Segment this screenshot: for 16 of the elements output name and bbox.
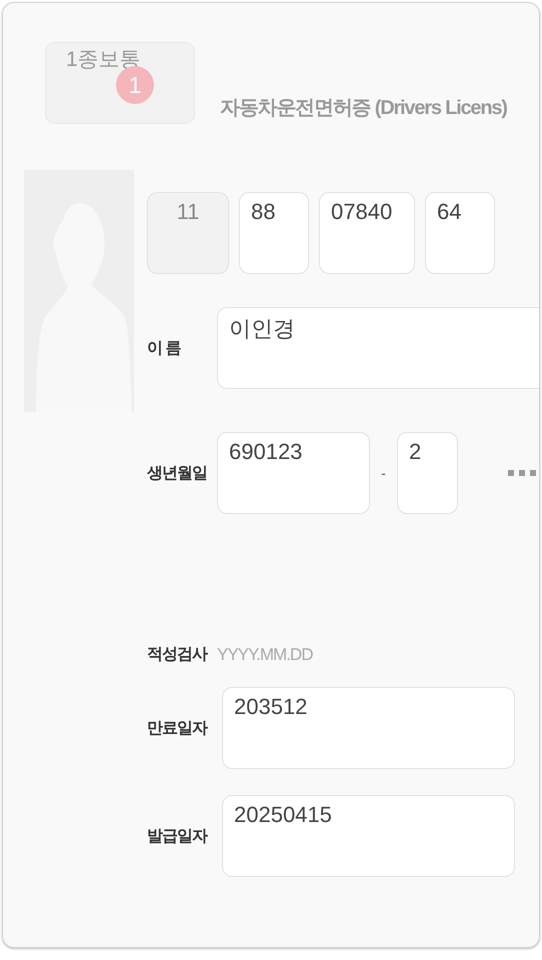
field-label: 만료일자 [147,718,208,738]
input-field[interactable]: 203512 [222,687,515,769]
field-label: 발급일자 [147,826,208,846]
separator: - [380,465,387,481]
input-field[interactable]: 2 [397,432,458,514]
input-field[interactable]: 690123 [217,432,370,514]
input-field[interactable]: 이인경 [217,307,539,389]
input-field[interactable]: 20250415 [222,795,515,877]
field-label: 이 름 [147,338,182,358]
input-field[interactable]: 64 [425,192,495,274]
input-field[interactable]: 88 [239,192,309,274]
card-title: 자동차운전면허증 (Drivers Licens) [220,96,507,121]
field-label: 생년월일 [147,464,208,484]
field-label: 적성검사 [147,645,208,665]
masked-digits-icon [508,468,538,478]
input-field[interactable]: 07840 [319,192,415,274]
